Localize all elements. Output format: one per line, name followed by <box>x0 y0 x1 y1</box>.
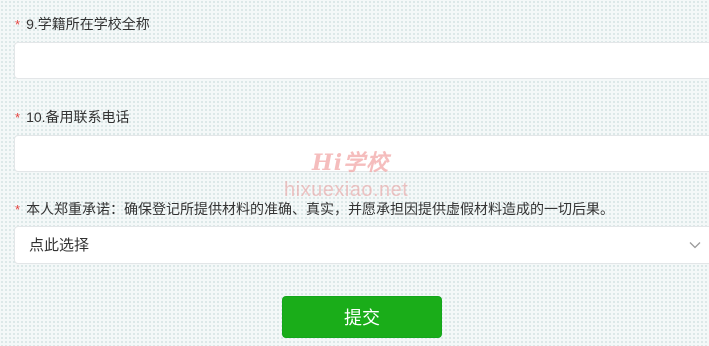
watermark-url: hixuexiao.net <box>284 179 409 201</box>
backup-phone-label: * 10.备用联系电话 <box>15 108 130 127</box>
pledge-select-value: 点此选择 <box>29 237 90 254</box>
submit-button[interactable]: 提交 <box>282 296 442 338</box>
pledge-select[interactable]: 点此选择 <box>14 226 709 264</box>
required-mark: * <box>15 110 21 125</box>
school-name-label-text: 9.学籍所在学校全称 <box>26 16 150 32</box>
backup-phone-input[interactable] <box>14 135 709 172</box>
required-mark: * <box>15 202 21 217</box>
chevron-down-icon <box>689 242 701 249</box>
pledge-label-text: 本人郑重承诺：确保登记所提供材料的准确、真实，并愿承担因提供虚假材料造成的一切后… <box>26 201 615 217</box>
school-name-label: * 9.学籍所在学校全称 <box>15 15 150 34</box>
required-mark: * <box>15 17 21 32</box>
pledge-label: * 本人郑重承诺：确保登记所提供材料的准确、真实，并愿承担因提供虚假材料造成的一切… <box>15 200 614 219</box>
backup-phone-label-text: 10.备用联系电话 <box>26 109 130 125</box>
school-name-input[interactable] <box>14 42 709 79</box>
